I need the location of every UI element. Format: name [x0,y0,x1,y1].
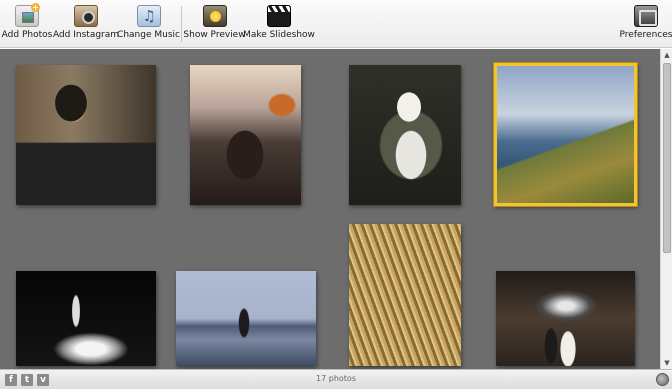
add-photos-button[interactable]: + Add Photos [2,3,52,45]
photo-thumbnail-5[interactable] [16,271,156,366]
change-music-button[interactable]: Change Music [117,5,180,45]
globe-icon[interactable] [656,373,669,386]
change-music-label: Change Music [117,30,180,40]
photo-thumbnail-3[interactable] [349,65,461,205]
toolbar-separator [181,6,182,42]
preferences-screen-icon [634,5,658,27]
add-photos-label: Add Photos [1,30,53,40]
photo-thumbnail-6[interactable] [176,271,316,366]
make-slideshow-button[interactable]: Make Slideshow [243,5,315,45]
preferences-label: Preferences [619,30,672,40]
photo-thumbnail-2[interactable] [190,65,301,205]
photo-thumbnail-4-selected[interactable] [494,63,637,206]
photo-grid [0,49,660,369]
show-preview-label: Show Preview [183,30,246,40]
scroll-down-arrow-icon[interactable]: ▼ [663,359,671,367]
preferences-button[interactable]: Preferences [619,5,672,45]
instagram-camera-icon [74,5,98,27]
status-bar: f t v 17 photos [0,369,672,389]
add-instagram-button[interactable]: Add Instagram [53,5,119,45]
photo-thumbnail-1[interactable] [16,65,156,205]
vertical-scrollbar[interactable]: ▲ ▼ [660,49,672,369]
photo-thumbnail-7[interactable] [349,224,461,366]
photo-count: 17 photos [316,374,356,383]
scrollbar-thumb[interactable] [663,63,671,253]
clapperboard-icon [267,5,291,27]
sunflower-preview-icon [202,5,227,27]
add-photos-icon: + [15,3,40,27]
photo-thumbnail-8[interactable] [496,271,635,366]
scroll-up-arrow-icon[interactable]: ▲ [663,51,671,59]
toolbar: + Add Photos Add Instagram Change Music … [0,0,672,48]
show-preview-button[interactable]: Show Preview [183,5,246,45]
make-slideshow-label: Make Slideshow [243,30,315,40]
add-instagram-label: Add Instagram [52,30,120,40]
slideshow-app-window: + Add Photos Add Instagram Change Music … [0,0,672,389]
music-note-icon [136,5,161,27]
